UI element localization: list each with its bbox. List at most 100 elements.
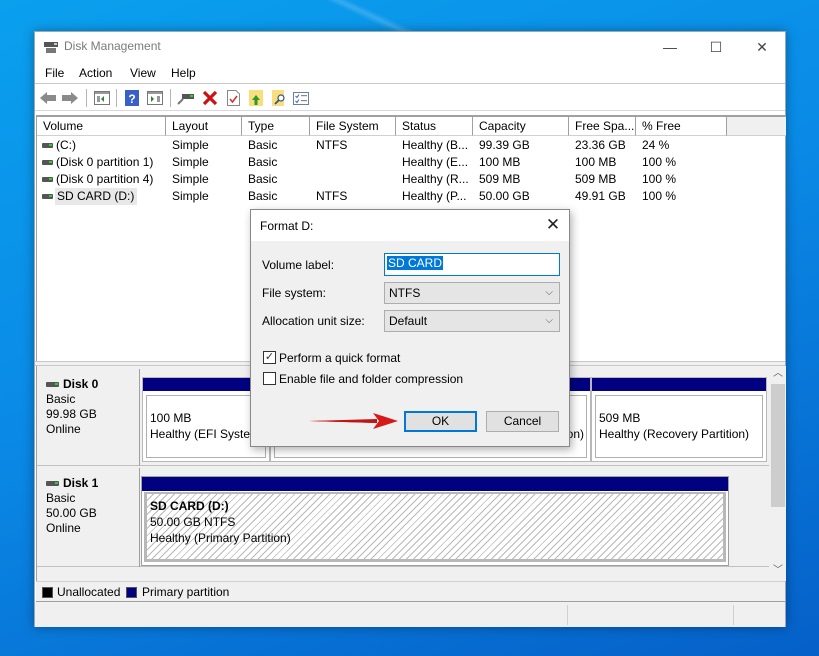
disk-name: Disk 1	[63, 476, 99, 490]
file-system-label: File system:	[262, 286, 327, 300]
menu-file[interactable]: File	[45, 66, 64, 80]
back-button[interactable]	[38, 88, 58, 108]
partition-label: SD CARD (D:)	[150, 499, 229, 513]
volume-layout: Simple	[172, 172, 209, 186]
volume-label-input[interactable]: SD CARD	[384, 253, 560, 276]
minimize-icon: —	[663, 39, 677, 55]
checklist-button[interactable]	[291, 88, 311, 108]
volume-free-space: 509 MB	[575, 172, 617, 186]
column-header-filler	[727, 117, 786, 136]
volume-layout: Simple	[172, 189, 209, 203]
disk-1-row: Disk 1 Basic 50.00 GB Online SD CARD (D:…	[37, 468, 769, 567]
volume-free-space: 49.91 GB	[575, 189, 626, 203]
disk-0-info[interactable]: Disk 0 Basic 99.98 GB Online	[37, 369, 140, 466]
delete-button[interactable]	[200, 88, 220, 108]
action-pane-icon	[147, 91, 163, 105]
find-button[interactable]	[269, 88, 289, 108]
allocation-unit-size-value: Default	[389, 314, 428, 328]
vertical-scrollbar[interactable]: ︿ ﹀	[770, 366, 786, 581]
legend: Unallocated Primary partition	[36, 581, 785, 602]
menu-action[interactable]: Action	[79, 66, 112, 80]
partition-sd-card[interactable]: SD CARD (D:) 50.00 GB NTFS Healthy (Prim…	[141, 476, 729, 566]
volume-row-selected[interactable]: SD CARD (D:) Simple Basic NTFS Healthy (…	[37, 188, 786, 205]
properties-button[interactable]	[223, 88, 243, 108]
column-header-file-system[interactable]: File System	[310, 117, 396, 136]
disk-1-info[interactable]: Disk 1 Basic 50.00 GB Online	[37, 468, 140, 567]
partition-recovery[interactable]: 509 MB Healthy (Recovery Partition)	[591, 377, 767, 462]
file-system-value: NTFS	[389, 286, 421, 300]
ok-button[interactable]: OK	[404, 411, 477, 432]
menu-view[interactable]: View	[130, 66, 156, 80]
volume-row[interactable]: (Disk 0 partition 4) Simple Basic Health…	[37, 171, 786, 188]
help-button[interactable]: ?	[122, 88, 142, 108]
disk-state: Online	[46, 521, 81, 535]
forward-button[interactable]	[60, 88, 80, 108]
disk-type: Basic	[46, 491, 76, 505]
volume-type: Basic	[248, 155, 278, 169]
partition-size: 100 MB	[150, 411, 192, 425]
compression-checkbox[interactable]	[263, 372, 276, 385]
dialog-close-icon[interactable]: ✕	[543, 215, 563, 235]
column-header-volume[interactable]: Volume	[37, 117, 166, 136]
volume-percent-free: 24 %	[642, 138, 670, 152]
volume-icon	[42, 194, 53, 199]
quick-format-checkbox[interactable]: ✓	[263, 351, 276, 364]
volume-type: Basic	[248, 172, 278, 186]
unallocated-swatch	[42, 587, 53, 598]
column-header-type[interactable]: Type	[242, 117, 310, 136]
partition-size: 50.00 GB NTFS	[150, 515, 236, 529]
volume-capacity: 50.00 GB	[479, 189, 530, 203]
volume-status: Healthy (E...	[402, 155, 469, 169]
annotation-arrow-icon	[309, 413, 398, 429]
volume-icon	[42, 143, 53, 148]
volume-status: Healthy (B...	[402, 138, 469, 152]
column-header-layout[interactable]: Layout	[166, 117, 242, 136]
scroll-down-icon[interactable]: ﹀	[770, 563, 786, 579]
volume-name: SD CARD (D:)	[55, 188, 138, 205]
close-button[interactable]: ✕	[739, 32, 785, 62]
volume-row[interactable]: (Disk 0 partition 1) Simple Basic Health…	[37, 154, 786, 171]
volume-layout: Simple	[172, 155, 209, 169]
column-header-status[interactable]: Status	[396, 117, 473, 136]
connect-drive-button[interactable]	[176, 88, 196, 108]
chevron-down-icon: ⌵	[545, 315, 553, 326]
volume-type: Basic	[248, 138, 278, 152]
volume-icon	[42, 177, 53, 182]
volume-name: (C:)	[56, 138, 76, 152]
minimize-button[interactable]: —	[647, 32, 693, 62]
volume-capacity: 100 MB	[479, 155, 521, 169]
find-icon	[272, 90, 285, 106]
allocation-unit-size-select[interactable]: Default ⌵	[384, 310, 560, 332]
quick-format-label: Perform a quick format	[279, 351, 401, 365]
menu-help[interactable]: Help	[171, 66, 196, 80]
volume-row[interactable]: (C:) Simple Basic NTFS Healthy (B... 99.…	[37, 137, 786, 154]
export-list-button[interactable]	[246, 88, 266, 108]
scroll-up-icon[interactable]: ︿	[770, 366, 786, 382]
toolbar-separator	[86, 89, 87, 107]
toolbar-separator	[116, 89, 117, 107]
status-divider	[733, 605, 734, 625]
compression-label: Enable file and folder compression	[279, 372, 464, 386]
cancel-button[interactable]: Cancel	[486, 411, 559, 432]
title-bar: Disk Management — ☐ ✕	[35, 32, 785, 62]
column-header-percent-free[interactable]: % Free	[636, 117, 727, 136]
window-title: Disk Management	[64, 39, 161, 53]
svg-text:?: ?	[128, 92, 135, 106]
volume-file-system: NTFS	[316, 138, 348, 152]
volume-name: (Disk 0 partition 4)	[56, 172, 154, 186]
file-system-select[interactable]: NTFS ⌵	[384, 282, 560, 304]
column-header-free-space[interactable]: Free Spa...	[569, 117, 636, 136]
volume-percent-free: 100 %	[642, 172, 677, 186]
help-icon: ?	[125, 90, 139, 106]
show-action-pane-button[interactable]	[145, 88, 165, 108]
toolbar: ?	[35, 84, 785, 111]
dialog-title-bar: Format D: ✕	[251, 210, 569, 241]
disk-icon	[46, 481, 59, 486]
column-header-capacity[interactable]: Capacity	[473, 117, 569, 136]
show-hide-console-tree-button[interactable]	[92, 88, 112, 108]
forward-icon	[62, 92, 78, 104]
scroll-thumb[interactable]	[771, 384, 785, 507]
partition-status: Healthy (Recovery Partition)	[599, 427, 750, 441]
disk-icon	[46, 382, 59, 387]
maximize-button[interactable]: ☐	[693, 32, 739, 62]
